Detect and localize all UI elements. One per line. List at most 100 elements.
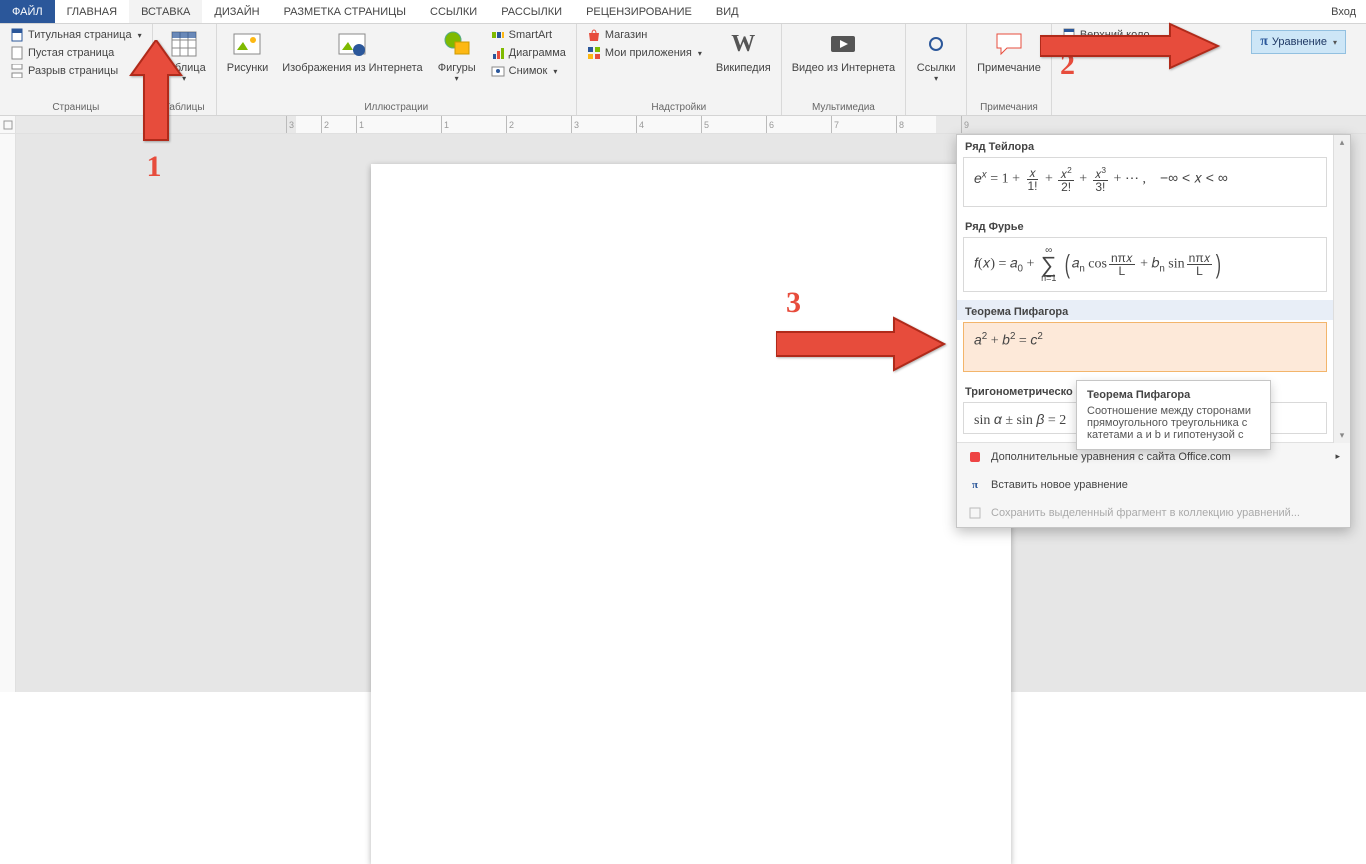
comment-button[interactable]: Примечание [973, 26, 1045, 76]
ruler-tick: 7 [831, 116, 839, 133]
equation-button-label: Уравнение [1272, 36, 1327, 48]
cover-page-icon [10, 28, 24, 42]
group-links-label [912, 100, 960, 115]
dropdown-icon: ▾ [455, 74, 459, 83]
shapes-label: Фигуры [438, 62, 476, 74]
wikipedia-label: Википедия [716, 62, 771, 74]
equation-gallery: Ряд Тейлора ex = 1 + 𝑥1! + 𝑥22! + 𝑥33! +… [956, 134, 1351, 528]
scroll-up-icon[interactable]: ▴ [1340, 137, 1345, 148]
ruler-row: 3 2 1 1 2 3 4 5 6 7 8 9 [0, 116, 1366, 134]
page-break-button[interactable]: Разрыв страницы [6, 62, 146, 80]
dropdown-icon: ▾ [553, 67, 557, 76]
dropdown-icon: ▾ [1333, 38, 1337, 47]
document-page[interactable] [371, 164, 1011, 864]
arrow-icon [126, 40, 186, 150]
annotation-2: 2 [1040, 22, 1220, 72]
sign-in-link[interactable]: Вход [1321, 0, 1366, 23]
group-addins-label: Надстройки [583, 100, 775, 115]
shapes-icon [441, 28, 473, 60]
group-illustrations-label: Иллюстрации [223, 100, 570, 115]
scroll-down-icon[interactable]: ▾ [1340, 430, 1345, 441]
gallery-head-fourier: Ряд Фурье [957, 215, 1333, 235]
group-headerfooter-label [1058, 100, 1154, 115]
smartart-icon [491, 28, 505, 42]
ruler-tick: 5 [701, 116, 709, 133]
dropdown-icon: ▾ [138, 31, 142, 40]
online-video-button[interactable]: Видео из Интернета [788, 26, 899, 76]
smartart-button[interactable]: SmartArt [487, 26, 570, 44]
pictures-label: Рисунки [227, 62, 269, 74]
ruler-tick: 6 [766, 116, 774, 133]
screenshot-button[interactable]: Снимок ▾ [487, 62, 570, 80]
chart-button[interactable]: Диаграмма [487, 44, 570, 62]
blank-page-label: Пустая страница [28, 47, 114, 59]
arrow-icon [776, 316, 946, 372]
group-pages-label: Страницы [6, 100, 146, 115]
store-label: Магазин [605, 29, 647, 41]
save-icon [967, 505, 983, 521]
dropdown-icon: ▾ [698, 49, 702, 58]
group-media: Видео из Интернета Мультимедиа [782, 24, 906, 115]
myapps-button[interactable]: Мои приложения▾ [583, 44, 706, 62]
page-break-icon [10, 64, 24, 78]
horizontal-ruler[interactable]: 3 2 1 1 2 3 4 5 6 7 8 9 [16, 116, 1366, 133]
pi-icon: π [967, 477, 983, 493]
pi-icon: π [1260, 34, 1268, 50]
online-pictures-button[interactable]: Изображения из Интернета [278, 26, 426, 76]
tab-file[interactable]: ФАЙЛ [0, 0, 55, 23]
video-icon [827, 28, 859, 60]
document-area: Ряд Тейлора ex = 1 + 𝑥1! + 𝑥22! + 𝑥33! +… [0, 134, 1366, 692]
ruler-tick: 8 [896, 116, 904, 133]
gallery-head-pythagoras: Теорема Пифагора [957, 300, 1333, 320]
vertical-ruler[interactable] [0, 134, 16, 692]
blank-page-button[interactable]: Пустая страница [6, 44, 146, 62]
group-media-label: Мультимедиа [788, 100, 899, 115]
pictures-icon [231, 28, 263, 60]
tab-home[interactable]: ГЛАВНАЯ [55, 0, 129, 23]
chevron-right-icon: ▸ [1335, 451, 1340, 462]
group-comments-label: Примечания [973, 100, 1045, 115]
tab-insert[interactable]: ВСТАВКА [129, 0, 202, 23]
footer-insert-new[interactable]: π Вставить новое уравнение [957, 471, 1350, 499]
gallery-item-fourier[interactable]: f(𝑥) = 𝑎0 + ∞∑n=1 (𝑎n cosnπ𝑥L + 𝑏n sinnπ… [963, 237, 1327, 292]
ruler-tick: 4 [636, 116, 644, 133]
online-pictures-icon [336, 28, 368, 60]
tab-mailings[interactable]: РАССЫЛКИ [489, 0, 574, 23]
tab-layout[interactable]: РАЗМЕТКА СТРАНИЦЫ [272, 0, 418, 23]
gallery-item-pythagoras[interactable]: a2 + b2 = c2 [963, 322, 1327, 372]
office-icon [967, 449, 983, 465]
gallery-scrollbar[interactable]: ▴ ▾ [1333, 135, 1350, 443]
video-label: Видео из Интернета [792, 62, 895, 74]
online-pictures-label: Изображения из Интернета [282, 62, 422, 74]
ruler-tick: 3 [571, 116, 579, 133]
footer-more-label: Дополнительные уравнения с сайта Office.… [991, 451, 1231, 463]
footer-save-selection: Сохранить выделенный фрагмент в коллекци… [957, 499, 1350, 527]
tab-review[interactable]: РЕЦЕНЗИРОВАНИЕ [574, 0, 704, 23]
screenshot-label: Снимок [509, 65, 548, 77]
tab-view[interactable]: ВИД [704, 0, 751, 23]
shapes-button[interactable]: Фигуры ▾ [433, 26, 481, 85]
tab-design[interactable]: ДИЗАЙН [202, 0, 271, 23]
group-addins: Магазин Мои приложения▾ W Википедия Надс… [577, 24, 782, 115]
equation-button[interactable]: π Уравнение ▾ [1251, 30, 1346, 54]
wikipedia-icon: W [727, 28, 759, 60]
blank-page-icon [10, 46, 24, 60]
store-button[interactable]: Магазин [583, 26, 706, 44]
gallery-item-taylor[interactable]: ex = 1 + 𝑥1! + 𝑥22! + 𝑥33! + ⋯ , −∞ < 𝑥 … [963, 157, 1327, 207]
annotation-3-number: 3 [786, 286, 801, 320]
links-label: Ссылки [917, 62, 956, 74]
link-icon [920, 28, 952, 60]
tooltip-title: Теорема Пифагора [1087, 389, 1260, 401]
ruler-tick: 1 [356, 116, 364, 133]
cover-page-button[interactable]: Титульная страница▾ [6, 26, 146, 44]
wikipedia-button[interactable]: W Википедия [712, 26, 775, 76]
tab-references[interactable]: ССЫЛКИ [418, 0, 489, 23]
gallery-head-taylor: Ряд Тейлора [957, 135, 1333, 155]
pictures-button[interactable]: Рисунки [223, 26, 273, 76]
ruler-tick: 3 [286, 116, 294, 133]
gallery-footer: Дополнительные уравнения с сайта Office.… [957, 442, 1350, 527]
links-button[interactable]: Ссылки ▾ [912, 26, 960, 85]
smartart-label: SmartArt [509, 29, 552, 41]
gallery-taylor-range: −∞ < 𝑥 < ∞ [1160, 170, 1228, 186]
ruler-tick: 1 [441, 116, 449, 133]
